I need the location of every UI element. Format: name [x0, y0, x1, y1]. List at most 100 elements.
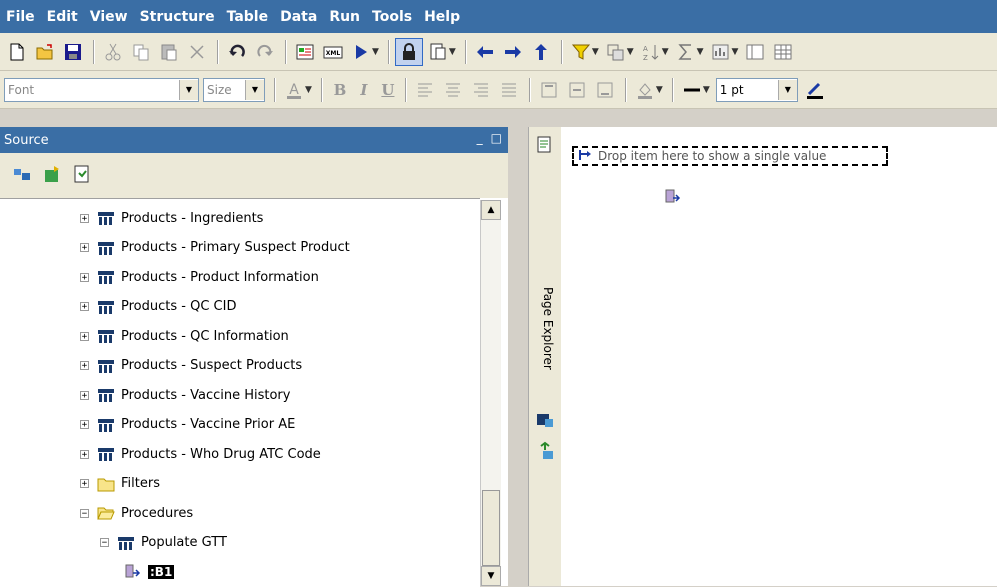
group-dropdown-icon[interactable]: ▼: [627, 47, 634, 57]
cut-icon[interactable]: [100, 39, 126, 65]
group-icon[interactable]: [603, 39, 629, 65]
copy-icon[interactable]: [128, 39, 154, 65]
fill-color-icon[interactable]: [632, 77, 658, 103]
border-style-dropdown-icon[interactable]: ▼: [703, 85, 710, 95]
chart-icon[interactable]: [708, 39, 734, 65]
menu-run[interactable]: Run: [323, 9, 366, 25]
expand-icon[interactable]: +: [80, 449, 89, 459]
align-right-icon[interactable]: [468, 77, 494, 103]
refresh-package-icon[interactable]: [42, 164, 62, 187]
menu-tools[interactable]: Tools: [366, 9, 418, 25]
tree-item[interactable]: + Products - Vaccine History: [80, 384, 290, 406]
tree-item[interactable]: + Products - Product Information: [80, 266, 319, 288]
xml-icon[interactable]: XML: [320, 39, 346, 65]
redo-icon[interactable]: [252, 39, 278, 65]
line-width-select[interactable]: 1 pt ▼: [715, 77, 798, 102]
panel-divider[interactable]: [508, 127, 528, 586]
delete-icon[interactable]: [184, 39, 210, 65]
condition-explorer-icon[interactable]: [535, 441, 555, 464]
expand-icon[interactable]: +: [80, 390, 89, 400]
report-canvas[interactable]: [561, 127, 997, 586]
tree-item[interactable]: + Products - Primary Suspect Product: [80, 237, 350, 259]
valign-middle-icon[interactable]: [564, 77, 590, 103]
chart-dropdown-icon[interactable]: ▼: [732, 47, 739, 57]
expand-icon[interactable]: +: [80, 213, 89, 223]
menu-structure[interactable]: Structure: [134, 9, 221, 25]
maximize-button[interactable]: □: [491, 131, 502, 145]
bold-button[interactable]: B: [328, 81, 352, 99]
chevron-down-icon[interactable]: ▼: [245, 79, 264, 100]
expand-icon[interactable]: +: [80, 479, 89, 489]
tree-item[interactable]: + Products - QC Information: [80, 325, 289, 347]
sort-icon[interactable]: AZ: [638, 39, 664, 65]
paste-icon[interactable]: [156, 39, 182, 65]
expand-icon[interactable]: +: [80, 272, 89, 282]
valign-top-icon[interactable]: [536, 77, 562, 103]
tree-item[interactable]: − Populate GTT: [100, 532, 227, 554]
new-file-icon[interactable]: [4, 39, 30, 65]
menu-data[interactable]: Data: [274, 9, 323, 25]
scroll-thumb[interactable]: [482, 490, 500, 566]
tree-item[interactable]: + Products - QC CID: [80, 296, 236, 318]
data-items-icon[interactable]: [72, 164, 92, 187]
menu-file[interactable]: File: [0, 9, 41, 25]
border-style-icon[interactable]: [679, 77, 705, 103]
tree-item[interactable]: :B1: [124, 561, 175, 583]
expand-icon[interactable]: +: [80, 243, 89, 253]
expand-icon[interactable]: +: [80, 331, 89, 341]
align-left-icon[interactable]: [412, 77, 438, 103]
tree-item[interactable]: + Products - Vaccine Prior AE: [80, 414, 295, 436]
underline-button[interactable]: U: [376, 81, 400, 99]
save-icon[interactable]: [60, 39, 86, 65]
tree-item[interactable]: + Products - Who Drug ATC Code: [80, 443, 321, 465]
tree-item[interactable]: − Procedures: [80, 502, 193, 524]
page-layout-icon[interactable]: [425, 39, 451, 65]
panel-icon[interactable]: [742, 39, 768, 65]
font-color-dropdown-icon[interactable]: ▼: [305, 85, 312, 95]
properties-icon[interactable]: [292, 39, 318, 65]
scroll-down-button[interactable]: ▼: [481, 566, 501, 586]
collapse-icon[interactable]: −: [100, 538, 109, 548]
singleton-drop-zone[interactable]: Drop item here to show a single value: [572, 146, 888, 166]
up-arrow-icon[interactable]: [528, 39, 554, 65]
collapse-icon[interactable]: −: [80, 508, 89, 518]
page-explorer-label[interactable]: Page Explorer: [541, 287, 555, 370]
run-icon[interactable]: [348, 39, 374, 65]
line-color-icon[interactable]: [802, 77, 828, 103]
menu-view[interactable]: View: [84, 9, 134, 25]
italic-button[interactable]: I: [352, 81, 376, 99]
tree-item[interactable]: + Filters: [80, 473, 160, 495]
align-center-icon[interactable]: [440, 77, 466, 103]
tree-item[interactable]: + Products - Suspect Products: [80, 355, 302, 377]
filter-dropdown-icon[interactable]: ▼: [592, 47, 599, 57]
sort-dropdown-icon[interactable]: ▼: [662, 47, 669, 57]
fill-color-dropdown-icon[interactable]: ▼: [656, 85, 663, 95]
font-color-icon[interactable]: A: [281, 77, 307, 103]
minimize-button[interactable]: _: [477, 131, 483, 145]
menu-help[interactable]: Help: [418, 9, 466, 25]
summarize-dropdown-icon[interactable]: ▼: [697, 47, 704, 57]
forward-arrow-icon[interactable]: [500, 39, 526, 65]
menu-table[interactable]: Table: [221, 9, 275, 25]
expand-icon[interactable]: +: [80, 420, 89, 430]
undo-icon[interactable]: [224, 39, 250, 65]
summarize-icon[interactable]: [673, 39, 699, 65]
menu-edit[interactable]: Edit: [41, 9, 84, 25]
table-icon[interactable]: [770, 39, 796, 65]
expand-icon[interactable]: +: [80, 361, 89, 371]
expand-icon[interactable]: +: [80, 302, 89, 312]
back-arrow-icon[interactable]: [472, 39, 498, 65]
chevron-down-icon[interactable]: ▼: [777, 79, 797, 100]
parameter-item-icon[interactable]: [664, 188, 682, 209]
page-explorer-tab[interactable]: Page Explorer: [528, 127, 562, 586]
scroll-up-button[interactable]: ▲: [481, 200, 501, 220]
tree-item[interactable]: + Products - Ingredients: [80, 207, 263, 229]
align-justify-icon[interactable]: [496, 77, 522, 103]
open-folder-icon[interactable]: [32, 39, 58, 65]
size-select[interactable]: Size ▼: [203, 77, 265, 102]
page-explorer-icon[interactable]: [535, 135, 555, 158]
valign-bottom-icon[interactable]: [592, 77, 618, 103]
source-scrollbar[interactable]: ▲ ▼: [480, 200, 501, 586]
layout-dropdown-icon[interactable]: ▼: [449, 47, 456, 57]
data-explorer-icon[interactable]: [535, 409, 555, 432]
